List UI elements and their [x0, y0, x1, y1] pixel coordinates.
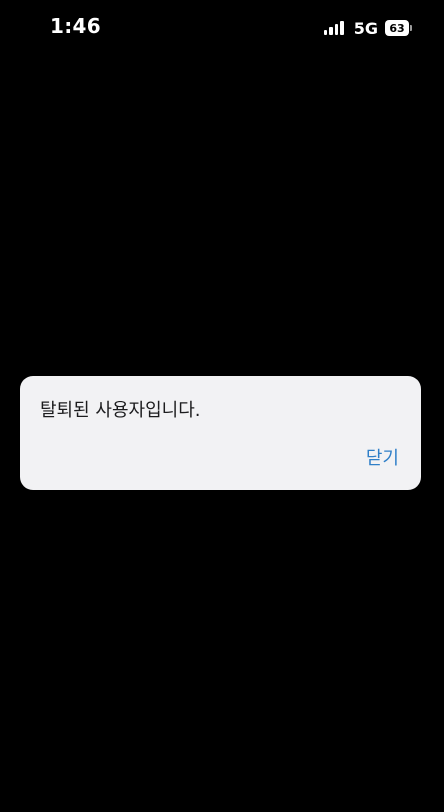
status-indicators: 5G 63 [323, 17, 412, 39]
battery-level: 63 [385, 20, 409, 36]
alert-dialog: 탈퇴된 사용자입니다. 닫기 [20, 376, 421, 490]
screen: 1:46 5G 63 탈퇴된 사용자입니다. 닫기 [0, 0, 444, 812]
cellular-signal-icon [323, 21, 346, 35]
status-time: 1:46 [50, 14, 101, 38]
status-bar: 1:46 5G 63 [0, 0, 444, 56]
battery-icon: 63 [385, 20, 412, 36]
close-button[interactable]: 닫기 [366, 444, 399, 470]
alert-message: 탈퇴된 사용자입니다. [40, 400, 201, 421]
network-type-label: 5G [353, 18, 378, 38]
battery-cap [410, 25, 412, 31]
